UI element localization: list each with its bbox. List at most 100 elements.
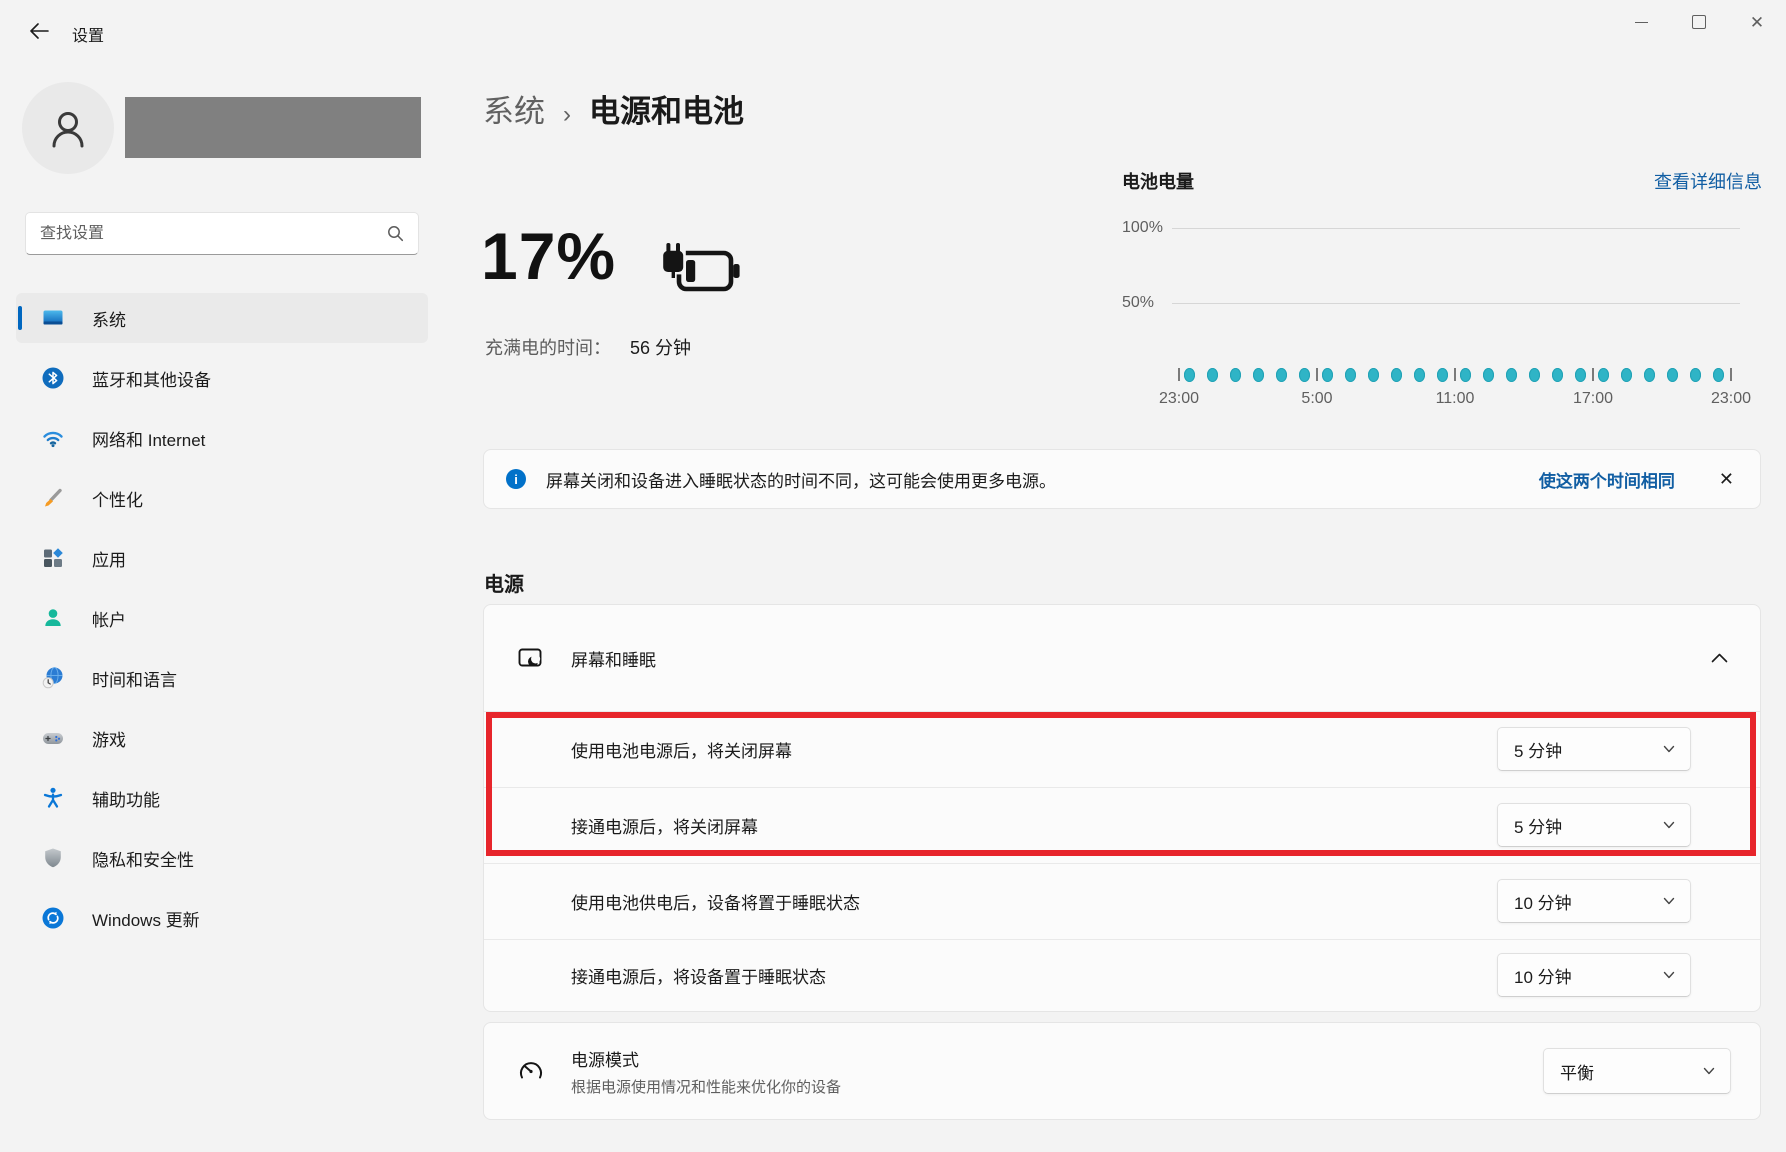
info-icon: i — [506, 469, 526, 489]
sidebar-item-bluetooth[interactable]: 蓝牙和其他设备 — [16, 353, 428, 403]
x-axis-label: 5:00 — [1301, 390, 1332, 408]
breadcrumb-separator: › — [563, 101, 571, 129]
battery-level-dot — [1414, 368, 1425, 382]
sidebar-item-label: 系统 — [92, 306, 126, 331]
wifi-icon — [40, 425, 66, 451]
battery-level-dot — [1690, 368, 1701, 382]
person-icon — [42, 102, 94, 154]
battery-level-dot — [1230, 368, 1241, 382]
chevron-down-icon — [1663, 971, 1675, 979]
minimize-button[interactable] — [1612, 0, 1670, 44]
setting-label: 接通电源后，将关闭屏幕 — [571, 813, 758, 838]
sidebar-item-label: Windows 更新 — [92, 906, 200, 931]
power-mode-subtitle: 根据电源使用情况和性能来优化你的设备 — [571, 1076, 841, 1097]
screen-sleep-expander-header[interactable]: 屏幕和睡眠 — [484, 605, 1760, 711]
close-icon: ✕ — [1750, 14, 1764, 31]
screen-off-plugged-dropdown[interactable]: 5 分钟 — [1497, 803, 1691, 847]
sidebar-item-label: 时间和语言 — [92, 666, 177, 691]
setting-row-screen-battery: 使用电池电源后，将关闭屏幕 5 分钟 — [484, 711, 1760, 787]
battery-level-dot — [1575, 368, 1586, 382]
chevron-up-icon[interactable] — [1711, 653, 1728, 663]
battery-level-dot — [1345, 368, 1356, 382]
sidebar-item-label: 帐户 — [92, 606, 126, 631]
sleep-battery-dropdown[interactable]: 10 分钟 — [1497, 879, 1691, 923]
sidebar-item-label: 蓝牙和其他设备 — [92, 366, 211, 391]
search-box[interactable] — [25, 212, 419, 255]
setting-row-sleep-plugged: 接通电源后，将设备置于睡眠状态 10 分钟 — [484, 939, 1760, 1011]
back-button[interactable] — [20, 14, 58, 48]
dropdown-value: 10 分钟 — [1514, 963, 1572, 988]
sync-icon — [40, 905, 66, 931]
power-mode-title: 电源模式 — [571, 1046, 841, 1071]
battery-percent: 17% — [481, 218, 616, 294]
battery-level-dot — [1644, 368, 1655, 382]
screen-sleep-icon — [517, 645, 543, 671]
x-axis-label: 23:00 — [1159, 390, 1199, 408]
close-button[interactable]: ✕ — [1728, 0, 1786, 44]
sidebar-item-network[interactable]: 网络和 Internet — [16, 413, 428, 463]
x-axis-tick — [1178, 368, 1180, 381]
sidebar-item-label: 网络和 Internet — [92, 426, 205, 451]
sidebar-item-accounts[interactable]: 帐户 — [16, 593, 428, 643]
sidebar-item-privacy[interactable]: 隐私和安全性 — [16, 833, 428, 883]
sidebar-item-personalization[interactable]: 个性化 — [16, 473, 428, 523]
avatar[interactable] — [22, 82, 114, 174]
y-axis-label-100: 100% — [1122, 219, 1166, 237]
screen-sleep-card: 屏幕和睡眠 使用电池电源后，将关闭屏幕 5 分钟 接通电源后，将关闭屏幕 5 分… — [483, 604, 1761, 1012]
see-details-link[interactable]: 查看详细信息 — [1654, 168, 1762, 194]
sidebar-item-label: 隐私和安全性 — [92, 846, 194, 871]
battery-level-dot — [1437, 368, 1448, 382]
chart-title: 电池电量 — [1122, 168, 1194, 194]
sidebar-item-apps[interactable]: 应用 — [16, 533, 428, 583]
breadcrumb-parent[interactable]: 系统 — [483, 86, 545, 131]
info-banner: i 屏幕关闭和设备进入睡眠状态的时间不同，这可能会使用更多电源。 使这两个时间相… — [483, 449, 1761, 509]
setting-row-screen-plugged: 接通电源后，将关闭屏幕 5 分钟 — [484, 787, 1760, 863]
sidebar-item-label: 个性化 — [92, 486, 143, 511]
back-arrow-icon — [29, 23, 49, 39]
battery-dot-row — [1184, 368, 1724, 382]
account-icon — [40, 605, 66, 631]
power-section-title: 电源 — [484, 568, 524, 597]
make-times-equal-link[interactable]: 使这两个时间相同 — [1539, 467, 1675, 492]
battery-level-dot — [1322, 368, 1333, 382]
screen-off-battery-dropdown[interactable]: 5 分钟 — [1497, 727, 1691, 771]
sidebar-item-label: 游戏 — [92, 726, 126, 751]
battery-level-dot — [1552, 368, 1563, 382]
accessibility-icon — [40, 785, 66, 811]
battery-level-dot — [1276, 368, 1287, 382]
chevron-down-icon — [1703, 1067, 1715, 1075]
chevron-down-icon — [1663, 745, 1675, 753]
gamepad-icon — [40, 725, 66, 751]
dropdown-value: 5 分钟 — [1514, 737, 1562, 762]
battery-level-dot — [1299, 368, 1310, 382]
sidebar-item-gaming[interactable]: 游戏 — [16, 713, 428, 763]
system-icon — [40, 305, 66, 331]
search-input[interactable] — [26, 225, 387, 243]
sidebar-item-accessibility[interactable]: 辅助功能 — [16, 773, 428, 823]
settings-window: 设置 ✕ 系统 蓝牙和其他设备 — [0, 0, 1786, 1152]
search-icon[interactable] — [387, 225, 404, 242]
shield-icon — [40, 845, 66, 871]
chevron-down-icon — [1663, 821, 1675, 829]
power-mode-card: 电源模式 根据电源使用情况和性能来优化你的设备 平衡 — [483, 1022, 1761, 1120]
sidebar-item-windows-update[interactable]: Windows 更新 — [16, 893, 428, 943]
setting-label: 使用电池电源后，将关闭屏幕 — [571, 737, 792, 762]
setting-label: 使用电池供电后，设备将置于睡眠状态 — [571, 889, 860, 914]
power-mode-dropdown[interactable]: 平衡 — [1543, 1048, 1731, 1094]
brush-icon — [40, 485, 66, 511]
battery-level-dot — [1506, 368, 1517, 382]
sidebar-item-time-language[interactable]: 时间和语言 — [16, 653, 428, 703]
maximize-button[interactable] — [1670, 0, 1728, 44]
battery-charging-icon — [658, 242, 744, 307]
chevron-down-icon — [1663, 897, 1675, 905]
sidebar-nav: 系统 蓝牙和其他设备 网络和 Internet 个性化 应用 — [16, 293, 428, 953]
setting-row-sleep-battery: 使用电池供电后，设备将置于睡眠状态 10 分钟 — [484, 863, 1760, 939]
y-axis-label-50: 50% — [1122, 294, 1166, 312]
banner-close-icon[interactable]: ✕ — [1719, 469, 1734, 490]
x-axis-label: 23:00 — [1711, 390, 1751, 408]
breadcrumb: 系统 › 电源和电池 — [483, 86, 744, 131]
sleep-plugged-dropdown[interactable]: 10 分钟 — [1497, 953, 1691, 997]
setting-label: 接通电源后，将设备置于睡眠状态 — [571, 963, 826, 988]
sidebar-item-system[interactable]: 系统 — [16, 293, 428, 343]
maximize-icon — [1692, 15, 1706, 29]
